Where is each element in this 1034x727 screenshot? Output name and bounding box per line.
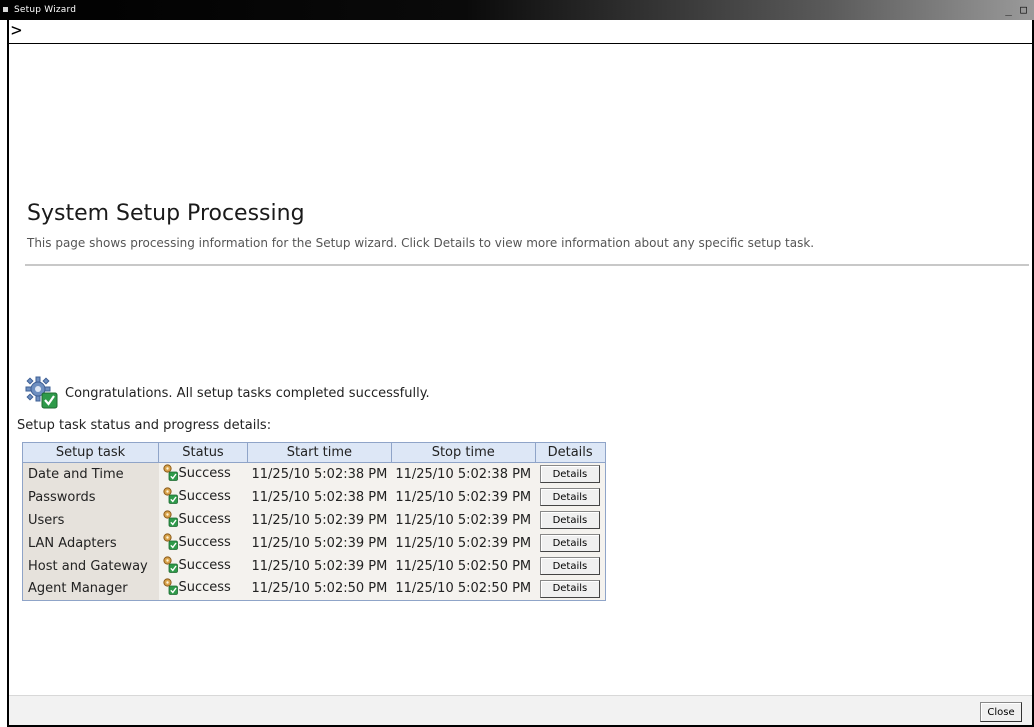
table-header-row: Setup task Status Start time Stop time D…	[22, 442, 606, 463]
page-description: This page shows processing information f…	[27, 236, 815, 250]
completion-text: Congratulations. All setup tasks complet…	[65, 385, 430, 401]
details-button[interactable]: Details	[539, 534, 600, 552]
maximize-icon[interactable]: □	[1017, 3, 1030, 16]
gear-check-icon	[25, 376, 59, 410]
details-cell: Details	[535, 485, 606, 509]
success-icon	[162, 532, 178, 550]
column-header: Start time	[247, 442, 392, 463]
details-button[interactable]: Details	[539, 465, 600, 484]
table-row: Host and Gateway Success 11/25/10 5:02:39 …	[22, 554, 606, 578]
stop-time-cell: 11/25/10 5:02:38 PM	[391, 462, 536, 486]
details-button[interactable]: Details	[539, 579, 600, 598]
details-cell: Details	[535, 577, 606, 601]
prompt-glyph: >	[11, 20, 22, 41]
status-text: Success	[178, 580, 231, 596]
minimize-icon[interactable]: _	[1002, 3, 1015, 16]
details-button[interactable]: Details	[539, 488, 600, 506]
task-name-cell: LAN Adapters	[22, 531, 159, 555]
start-time-cell: 11/25/10 5:02:38 PM	[247, 462, 392, 486]
start-time-cell: 11/25/10 5:02:50 PM	[247, 577, 392, 601]
details-cell: Details	[535, 508, 606, 532]
status-text: Success	[178, 557, 231, 573]
status-cell: Success	[158, 577, 248, 601]
footer-bar: Close	[9, 695, 1032, 725]
success-icon	[162, 509, 178, 527]
page-title: System Setup Processing	[27, 201, 305, 226]
column-header: Details	[534, 442, 606, 463]
column-header: Setup task	[22, 442, 159, 463]
task-name-cell: Host and Gateway	[22, 554, 159, 578]
start-time-cell: 11/25/10 5:02:38 PM	[247, 485, 392, 509]
table-row: LAN Adapters Success 11/25/10 5:02:39 PM 11…	[22, 531, 606, 555]
close-button[interactable]: Close	[980, 702, 1022, 722]
stop-time-cell: 11/25/10 5:02:39 PM	[391, 485, 536, 509]
stop-time-cell: 11/25/10 5:02:50 PM	[391, 577, 536, 601]
stop-time-cell: 11/25/10 5:02:39 PM	[391, 531, 536, 555]
task-name-cell: Agent Manager	[22, 577, 159, 601]
stop-time-cell: 11/25/10 5:02:50 PM	[391, 554, 536, 578]
status-cell: Success	[158, 485, 248, 509]
wizard-window: > System Setup Processing This page show…	[7, 20, 1034, 727]
task-name-cell: Passwords	[22, 485, 159, 509]
table-row: Users Success 11/25/10 5:02:39 PM 11/25/10 …	[22, 508, 606, 532]
task-name-cell: Date and Time	[22, 462, 159, 486]
status-cell: Success	[158, 462, 248, 486]
window-menu-icon[interactable]	[3, 7, 8, 12]
status-text: Success	[178, 534, 231, 550]
status-text: Success	[178, 488, 231, 504]
status-cell: Success	[158, 508, 248, 532]
details-cell: Details	[535, 531, 606, 555]
completion-message: Congratulations. All setup tasks complet…	[25, 376, 430, 410]
status-text: Success	[178, 511, 231, 527]
success-icon	[162, 555, 178, 573]
details-cell: Details	[535, 554, 606, 578]
status-cell: Success	[158, 531, 248, 555]
details-button[interactable]: Details	[539, 557, 600, 575]
success-icon	[162, 578, 178, 596]
success-icon	[162, 464, 178, 481]
divider	[25, 264, 1029, 266]
stop-time-cell: 11/25/10 5:02:39 PM	[391, 508, 536, 532]
window-title: Setup Wizard	[14, 5, 77, 15]
table-row: Passwords Success 11/25/10 5:02:38 PM 11/25…	[22, 485, 606, 509]
title-bar: Setup Wizard _ □	[0, 0, 1034, 20]
task-name-cell: Users	[22, 508, 159, 532]
status-cell: Success	[158, 554, 248, 578]
success-icon	[162, 486, 178, 504]
column-header: Stop time	[390, 442, 536, 463]
details-cell: Details	[535, 462, 606, 486]
command-line[interactable]: >	[9, 20, 1032, 44]
details-button[interactable]: Details	[539, 511, 600, 529]
task-status-table: Setup task Status Start time Stop time D…	[22, 442, 606, 601]
start-time-cell: 11/25/10 5:02:39 PM	[247, 508, 392, 532]
status-text: Success	[178, 465, 231, 481]
start-time-cell: 11/25/10 5:02:39 PM	[247, 531, 392, 555]
table-row: Date and Time Success 11/25/10 5:02:38 PM 1…	[22, 462, 606, 486]
table-subheading: Setup task status and progress details:	[17, 418, 272, 433]
table-row: Agent Manager Success 11/25/10 5:02:50 PM 1…	[22, 577, 606, 601]
start-time-cell: 11/25/10 5:02:39 PM	[247, 554, 392, 578]
column-header: Status	[158, 442, 248, 463]
